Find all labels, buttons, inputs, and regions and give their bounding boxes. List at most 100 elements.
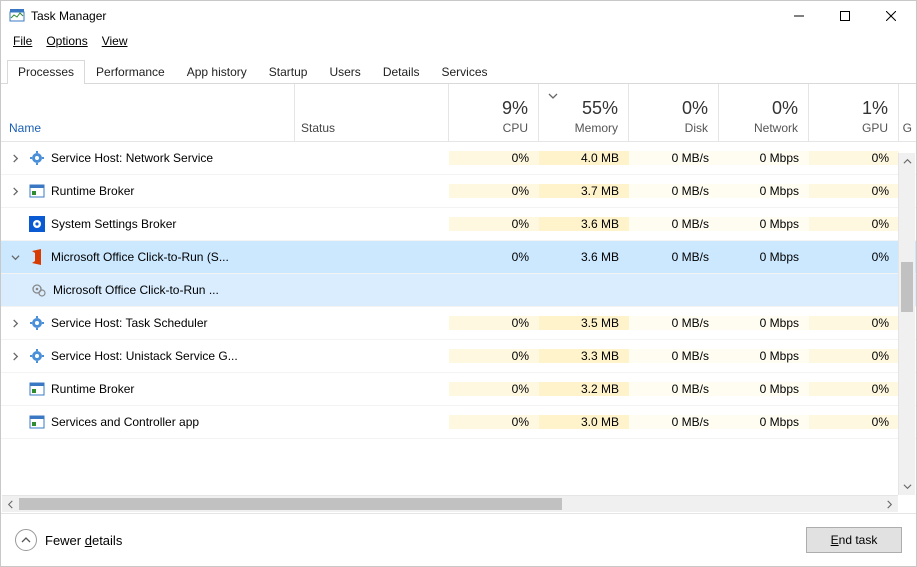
mem-cell: 3.2 MB xyxy=(539,382,629,396)
disk-cell: 0 MB/s xyxy=(629,349,719,363)
disk-cell: 0 MB/s xyxy=(629,250,719,264)
column-header-status[interactable]: Status xyxy=(295,84,449,141)
mem-cell: 3.6 MB xyxy=(539,250,629,264)
tabstrip: Processes Performance App history Startu… xyxy=(1,51,916,84)
disk-cell: 0 MB/s xyxy=(629,415,719,429)
cpu-cell: 0% xyxy=(449,217,539,231)
chevron-right-icon[interactable] xyxy=(7,315,23,331)
net-cell: 0 Mbps xyxy=(719,151,809,165)
cpu-cell: 0% xyxy=(449,382,539,396)
gpu-cell: 0% xyxy=(809,217,899,231)
sort-caret-icon xyxy=(548,90,558,104)
cpu-cell: 0% xyxy=(449,184,539,198)
fewer-details-label: Fewer details xyxy=(45,533,122,548)
table-row[interactable]: Services and Controller app0%3.0 MB0 MB/… xyxy=(1,406,916,439)
disk-cell: 0 MB/s xyxy=(629,316,719,330)
scroll-left-icon[interactable] xyxy=(2,496,19,512)
tab-app-history[interactable]: App history xyxy=(176,60,258,84)
process-name-cell[interactable]: Microsoft Office Click-to-Run ... xyxy=(1,282,295,298)
chevron-right-icon[interactable] xyxy=(7,183,23,199)
tab-services[interactable]: Services xyxy=(431,60,499,84)
table-row[interactable]: Service Host: Network Service0%4.0 MB0 M… xyxy=(1,142,916,175)
net-cell: 0 Mbps xyxy=(719,382,809,396)
table-row[interactable]: Service Host: Task Scheduler 0% 3.5 MB0 MB… xyxy=(1,307,916,340)
column-header-network[interactable]: 0%Network xyxy=(719,84,809,141)
cpu-cell: 0% xyxy=(449,250,539,264)
process-name-cell[interactable]: Runtime Broker xyxy=(1,183,295,199)
cpu-cell: 0% xyxy=(449,415,539,429)
gear-solid-blue-icon xyxy=(29,216,45,232)
mem-cell: 3.0 MB xyxy=(539,415,629,429)
gpu-cell: 0% xyxy=(809,250,899,264)
column-header-disk[interactable]: 0%Disk xyxy=(629,84,719,141)
window-title: Task Manager xyxy=(31,9,106,23)
hscroll-track[interactable] xyxy=(19,496,881,512)
process-name-label: Runtime Broker xyxy=(51,184,134,198)
process-name-label: Service Host: Unistack Service G... xyxy=(51,349,238,363)
net-cell: 0 Mbps xyxy=(719,184,809,198)
table-row[interactable]: Service Host: Unistack Service G...0%3.3… xyxy=(1,340,916,373)
gear-blue-icon xyxy=(29,315,45,331)
disk-cell: 0 MB/s xyxy=(629,382,719,396)
horizontal-scrollbar[interactable] xyxy=(2,495,898,512)
vertical-scrollbar[interactable] xyxy=(898,153,915,495)
tab-startup[interactable]: Startup xyxy=(258,60,319,84)
tab-performance[interactable]: Performance xyxy=(85,60,176,84)
chevron-up-circle-icon xyxy=(15,529,37,551)
office-icon xyxy=(29,249,45,265)
window-green-icon xyxy=(29,414,45,430)
gear-blue-icon xyxy=(29,348,45,364)
net-cell: 0 Mbps xyxy=(719,250,809,264)
process-name-cell[interactable]: Runtime Broker xyxy=(1,381,295,397)
tab-details[interactable]: Details xyxy=(372,60,431,84)
gpu-cell: 0% xyxy=(809,151,899,165)
tab-users[interactable]: Users xyxy=(318,60,371,84)
process-name-cell[interactable]: Services and Controller app xyxy=(1,414,295,430)
menu-options[interactable]: Options xyxy=(40,32,93,50)
table-row[interactable]: Runtime Broker0%3.7 MB0 MB/s0 Mbps0% xyxy=(1,175,916,208)
hscroll-thumb[interactable] xyxy=(19,498,562,510)
process-name-cell[interactable]: System Settings Broker xyxy=(1,216,295,232)
disk-cell: 0 MB/s xyxy=(629,184,719,198)
scroll-right-icon[interactable] xyxy=(881,496,898,512)
process-name-cell[interactable]: Service Host: Task Scheduler xyxy=(1,315,295,331)
chevron-down-icon[interactable] xyxy=(7,249,23,265)
menu-file[interactable]: File xyxy=(7,32,38,50)
minimize-button[interactable] xyxy=(776,1,822,31)
maximize-button[interactable] xyxy=(822,1,868,31)
scroll-down-icon[interactable] xyxy=(899,478,915,495)
vscroll-track[interactable] xyxy=(899,170,915,478)
gears-grey-icon xyxy=(31,282,47,298)
process-name-cell[interactable]: Service Host: Network Service xyxy=(1,150,295,166)
column-header-cpu[interactable]: 9%CPU xyxy=(449,84,539,141)
table-row[interactable]: Microsoft Office Click-to-Run ... xyxy=(1,274,916,307)
column-header-overflow[interactable]: G xyxy=(899,84,912,141)
close-button[interactable] xyxy=(868,1,914,31)
scroll-up-icon[interactable] xyxy=(899,153,915,170)
chevron-right-icon[interactable] xyxy=(7,150,23,166)
mem-cell: 3.3 MB xyxy=(539,349,629,363)
menu-view[interactable]: View xyxy=(96,32,134,50)
tab-processes[interactable]: Processes xyxy=(7,60,85,84)
end-task-button[interactable]: End task xyxy=(806,527,902,553)
column-header-gpu[interactable]: 1%GPU xyxy=(809,84,899,141)
net-cell: 0 Mbps xyxy=(719,349,809,363)
table-row[interactable]: Runtime Broker0%3.2 MB0 MB/s0 Mbps0% xyxy=(1,373,916,406)
gpu-cell: 0% xyxy=(809,415,899,429)
column-header-name[interactable]: Name xyxy=(1,84,295,141)
disk-cell: 0 MB/s xyxy=(629,151,719,165)
process-name-cell[interactable]: Microsoft Office Click-to-Run (S... xyxy=(1,249,295,265)
table-row[interactable]: System Settings Broker0%3.6 MB0 MB/s0 Mb… xyxy=(1,208,916,241)
gpu-cell: 0% xyxy=(809,316,899,330)
net-cell: 0 Mbps xyxy=(719,415,809,429)
process-name-label: Service Host: Task Scheduler xyxy=(51,316,208,330)
process-name-label: Service Host: Network Service xyxy=(51,151,213,165)
mem-cell: 3.5 MB xyxy=(539,316,629,330)
fewer-details-button[interactable]: Fewer details xyxy=(15,529,122,551)
process-name-cell[interactable]: Service Host: Unistack Service G... xyxy=(1,348,295,364)
gpu-cell: 0% xyxy=(809,382,899,396)
chevron-right-icon[interactable] xyxy=(7,348,23,364)
table-row[interactable]: Microsoft Office Click-to-Run (S...0%3.6… xyxy=(1,241,916,274)
vscroll-thumb[interactable] xyxy=(901,262,913,312)
process-name-label: Services and Controller app xyxy=(51,415,199,429)
